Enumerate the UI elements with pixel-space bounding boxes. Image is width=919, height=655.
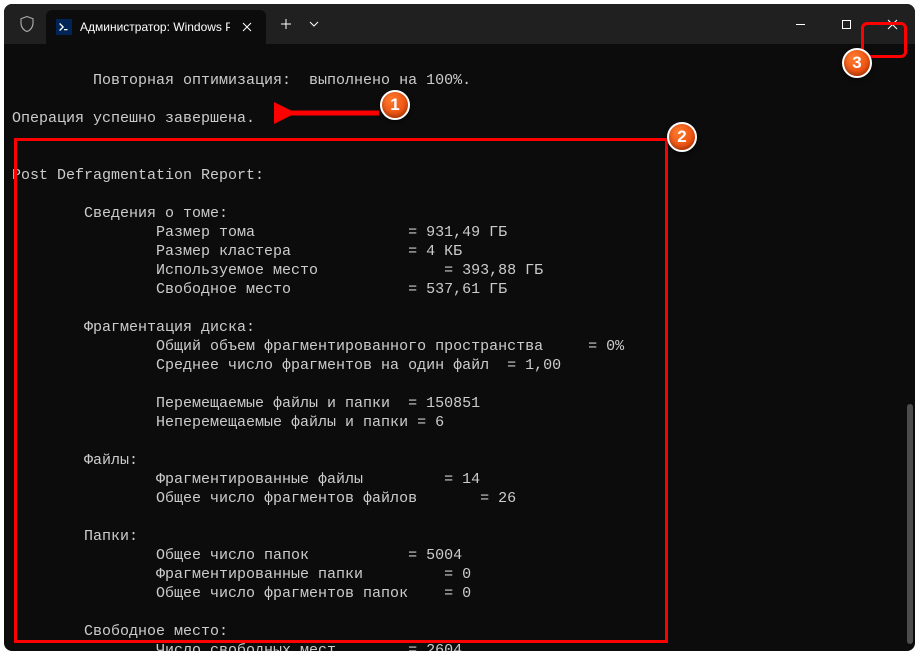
annotation-callout-1: 1 xyxy=(380,90,410,120)
titlebar: Администратор: Windows Po xyxy=(4,4,915,44)
annotation-box-report xyxy=(14,138,668,643)
terminal-window: Администратор: Windows Po Повторная оп xyxy=(4,4,915,651)
new-tab-button[interactable] xyxy=(270,8,302,40)
tab-title: Администратор: Windows Po xyxy=(80,20,230,34)
powershell-icon xyxy=(56,19,72,35)
minimize-button[interactable] xyxy=(777,4,823,44)
annotation-callout-2: 2 xyxy=(667,122,697,152)
annotation-arrow xyxy=(274,102,384,124)
output-line: Повторная оптимизация: выполнено на 100%… xyxy=(12,72,471,89)
tab-close-button[interactable] xyxy=(238,18,256,36)
annotation-callout-3: 3 xyxy=(842,48,872,78)
scrollbar-thumb[interactable] xyxy=(907,404,913,644)
tab-active[interactable]: Администратор: Windows Po xyxy=(46,10,266,44)
output-line: Операция успешно завершена. xyxy=(12,110,255,127)
output-line: Число свободных мест = 2604 xyxy=(12,642,462,651)
tab-dropdown-button[interactable] xyxy=(302,8,326,40)
shield-icon xyxy=(16,13,38,35)
